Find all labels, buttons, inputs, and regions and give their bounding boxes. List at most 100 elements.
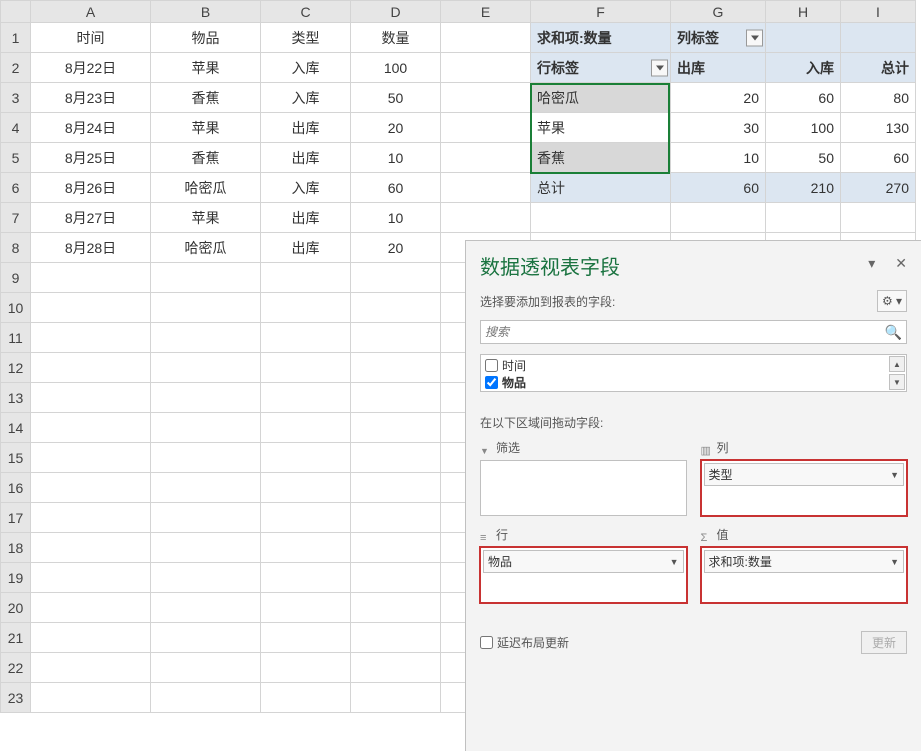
cell[interactable] <box>351 383 441 413</box>
cell[interactable]: 香蕉 <box>151 143 261 173</box>
pivot-value[interactable]: 80 <box>841 83 916 113</box>
row-header[interactable]: 11 <box>1 323 31 353</box>
cell[interactable]: 60 <box>351 173 441 203</box>
row-header[interactable]: 20 <box>1 593 31 623</box>
cell[interactable] <box>351 503 441 533</box>
cell[interactable]: 8月28日 <box>31 233 151 263</box>
cell[interactable]: 物品 <box>151 23 261 53</box>
cell[interactable] <box>351 473 441 503</box>
cell[interactable]: 8月25日 <box>31 143 151 173</box>
cell[interactable] <box>766 23 841 53</box>
cell[interactable] <box>351 323 441 353</box>
cell[interactable] <box>151 443 261 473</box>
pivot-row-item[interactable]: 香蕉 <box>531 143 671 173</box>
search-input[interactable] <box>485 325 885 339</box>
cell[interactable] <box>31 413 151 443</box>
cell[interactable] <box>841 203 916 233</box>
row-header[interactable]: 23 <box>1 683 31 713</box>
scroll-up-icon[interactable]: ▲ <box>889 356 905 372</box>
cell[interactable] <box>261 383 351 413</box>
pivot-value[interactable]: 130 <box>841 113 916 143</box>
pivot-col-dropdown-icon[interactable] <box>746 29 763 46</box>
cell[interactable]: 香蕉 <box>151 83 261 113</box>
gear-icon[interactable]: ⚙ ▾ <box>877 290 907 312</box>
cell[interactable] <box>351 443 441 473</box>
search-box[interactable]: 🔍 <box>480 320 907 344</box>
cell[interactable] <box>261 323 351 353</box>
row-header[interactable]: 17 <box>1 503 31 533</box>
cell[interactable] <box>151 263 261 293</box>
row-header[interactable]: 9 <box>1 263 31 293</box>
row-header[interactable]: 5 <box>1 143 31 173</box>
cell[interactable] <box>151 353 261 383</box>
cell[interactable]: 类型 <box>261 23 351 53</box>
cell[interactable] <box>151 413 261 443</box>
cell[interactable] <box>261 683 351 713</box>
pivot-row-item[interactable]: 哈密瓜 <box>531 83 671 113</box>
row-header[interactable]: 6 <box>1 173 31 203</box>
cell[interactable] <box>151 563 261 593</box>
cell[interactable] <box>31 323 151 353</box>
cell[interactable] <box>31 563 151 593</box>
cell[interactable] <box>31 473 151 503</box>
values-area[interactable]: 求和项:数量▼ <box>701 547 908 603</box>
panel-options-icon[interactable]: ▾ <box>868 255 875 272</box>
cell[interactable]: 8月27日 <box>31 203 151 233</box>
cell[interactable] <box>441 53 531 83</box>
cell[interactable] <box>351 263 441 293</box>
cell[interactable]: 苹果 <box>151 113 261 143</box>
rows-area[interactable]: 物品▼ <box>480 547 687 603</box>
cell[interactable]: 入库 <box>261 53 351 83</box>
row-header[interactable]: 21 <box>1 623 31 653</box>
row-header[interactable]: 7 <box>1 203 31 233</box>
cell[interactable] <box>151 383 261 413</box>
cell[interactable]: 50 <box>351 83 441 113</box>
col-header-F[interactable]: F <box>531 1 671 23</box>
cell[interactable]: 出库 <box>261 113 351 143</box>
col-header-I[interactable]: I <box>841 1 916 23</box>
cell[interactable] <box>261 293 351 323</box>
cell[interactable] <box>261 263 351 293</box>
cell[interactable]: 8月24日 <box>31 113 151 143</box>
col-header-D[interactable]: D <box>351 1 441 23</box>
cell[interactable]: 哈密瓜 <box>151 173 261 203</box>
cell[interactable] <box>261 533 351 563</box>
defer-layout-label[interactable]: 延迟布局更新 <box>480 634 569 651</box>
cell[interactable] <box>151 593 261 623</box>
select-all-corner[interactable] <box>1 1 31 23</box>
cell[interactable] <box>441 113 531 143</box>
cell[interactable]: 10 <box>351 203 441 233</box>
pivot-value[interactable]: 30 <box>671 113 766 143</box>
cell[interactable] <box>351 533 441 563</box>
cell[interactable] <box>261 653 351 683</box>
pivot-value[interactable]: 60 <box>766 83 841 113</box>
cell[interactable] <box>531 203 671 233</box>
cell[interactable] <box>766 203 841 233</box>
cell[interactable] <box>671 203 766 233</box>
cell[interactable] <box>151 533 261 563</box>
cell[interactable] <box>151 473 261 503</box>
cell[interactable]: 20 <box>351 233 441 263</box>
col-header-B[interactable]: B <box>151 1 261 23</box>
col-header-E[interactable]: E <box>441 1 531 23</box>
pivot-col-label[interactable]: 列标签 <box>671 23 766 53</box>
cell[interactable]: 苹果 <box>151 203 261 233</box>
field-chip-type[interactable]: 类型▼ <box>704 463 905 486</box>
cell[interactable]: 20 <box>351 113 441 143</box>
cell[interactable] <box>151 653 261 683</box>
cell[interactable] <box>31 503 151 533</box>
row-header[interactable]: 14 <box>1 413 31 443</box>
cell[interactable]: 出库 <box>261 143 351 173</box>
columns-area[interactable]: 类型▼ <box>701 460 908 516</box>
row-header[interactable]: 2 <box>1 53 31 83</box>
search-icon[interactable]: 🔍 <box>885 324 902 341</box>
cell[interactable] <box>261 413 351 443</box>
cell[interactable] <box>31 593 151 623</box>
pivot-value[interactable]: 100 <box>766 113 841 143</box>
cell[interactable]: 苹果 <box>151 53 261 83</box>
cell[interactable] <box>441 203 531 233</box>
col-header-H[interactable]: H <box>766 1 841 23</box>
cell[interactable] <box>441 143 531 173</box>
cell[interactable] <box>261 353 351 383</box>
cell[interactable]: 100 <box>351 53 441 83</box>
